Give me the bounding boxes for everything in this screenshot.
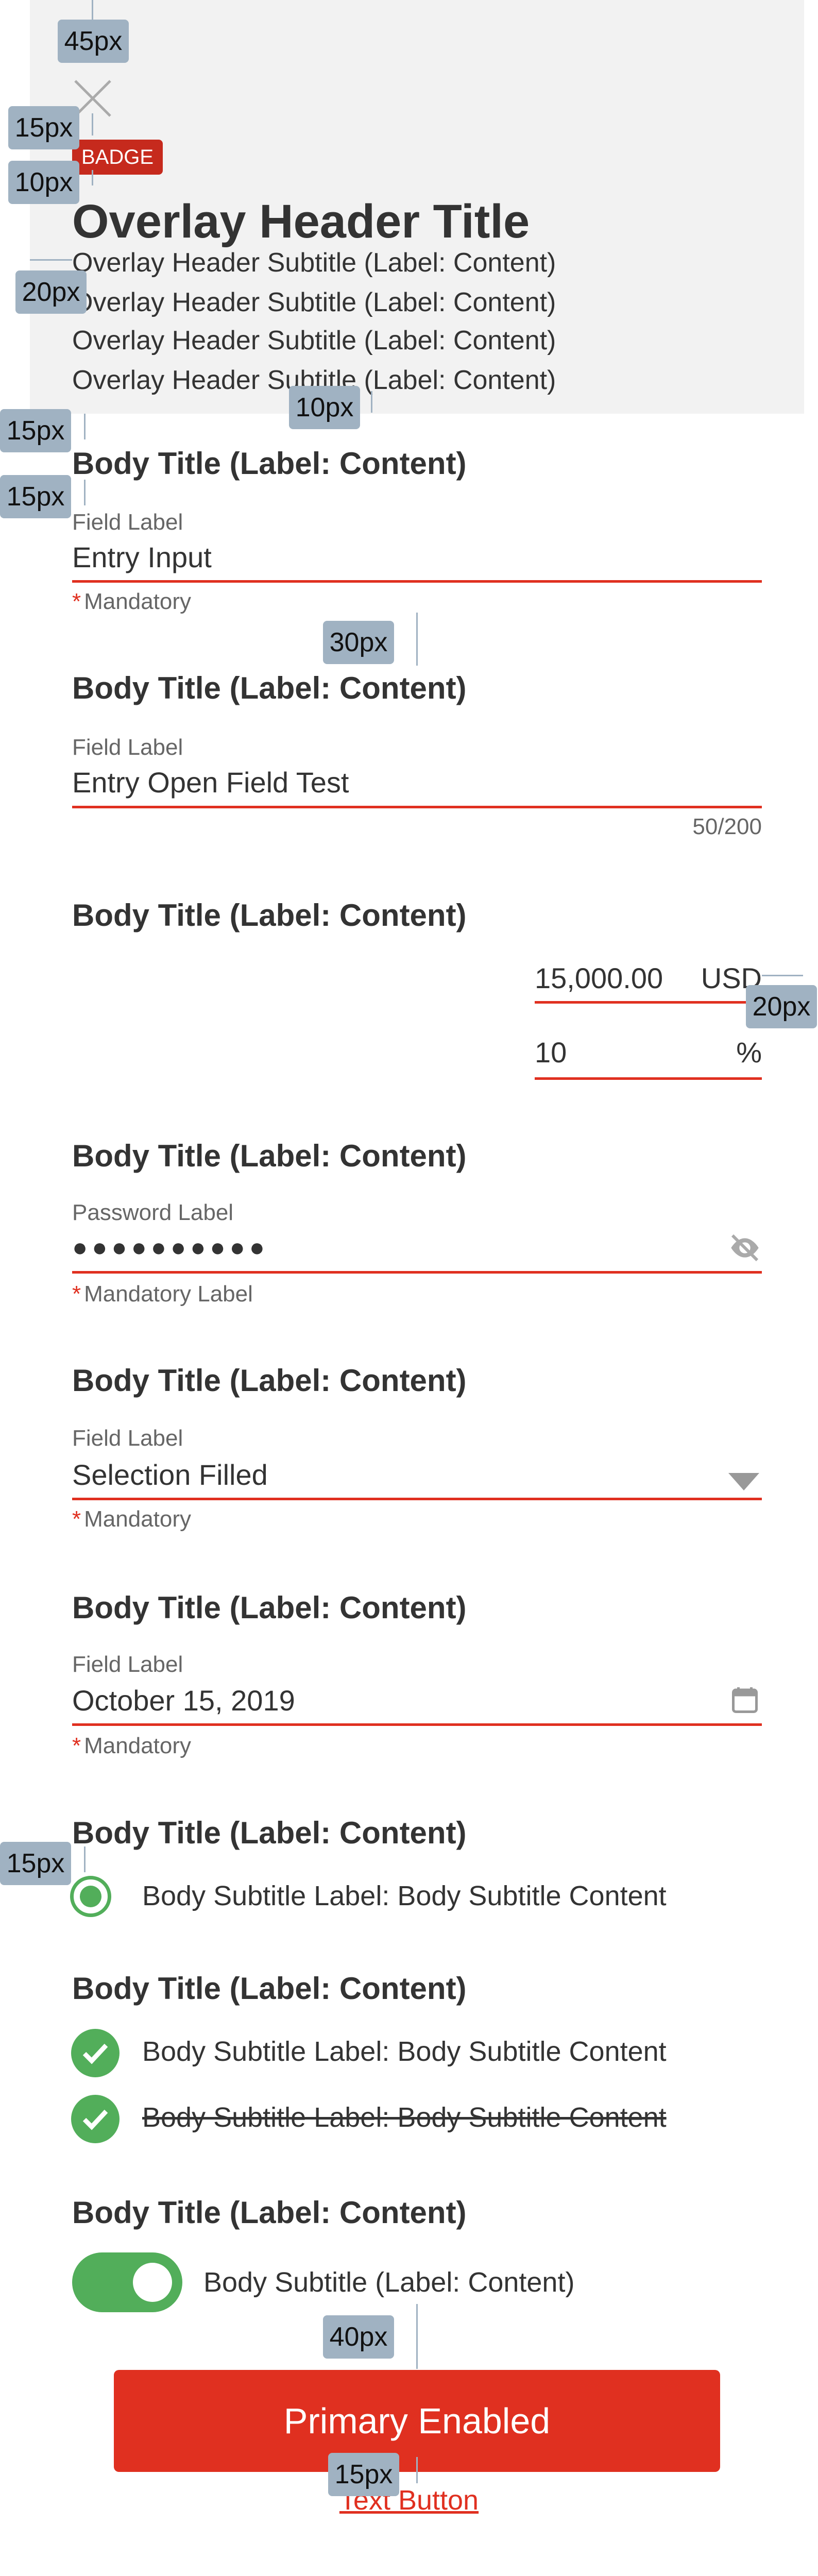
helper-text: * Mandatory: [72, 1733, 192, 1758]
amount-input[interactable]: 15,000.00: [535, 962, 663, 995]
body-title: Body Title (Label: Content): [72, 1971, 467, 2006]
spacing-line: [416, 2457, 418, 2483]
body-title: Body Title (Label: Content): [72, 1816, 467, 1850]
body-title: Body Title (Label: Content): [72, 1139, 467, 1173]
spacing-annotation: 20px: [15, 270, 87, 314]
field-label: Field Label: [72, 1652, 183, 1677]
field-label: Field Label: [72, 510, 183, 535]
overlay-title: Overlay Header Title: [72, 195, 530, 248]
body-title: Body Title (Label: Content): [72, 1590, 467, 1625]
percent-unit: %: [736, 1036, 762, 1069]
field-label: Field Label: [72, 735, 183, 760]
spacing-annotation: 10px: [8, 161, 79, 204]
body-title: Body Title (Label: Content): [72, 2195, 467, 2230]
spacing-line: [84, 1846, 86, 1872]
field-label: Password Label: [72, 1200, 234, 1225]
spacing-annotation: 15px: [0, 409, 71, 452]
helper-text: * Mandatory: [72, 1506, 192, 1532]
spacing-annotation: 30px: [323, 621, 394, 664]
open-field-input[interactable]: Entry Open Field Test: [72, 766, 349, 799]
spacing-line: [416, 613, 418, 666]
helper-label: Mandatory: [84, 1733, 192, 1758]
helper-label: Mandatory: [84, 1506, 192, 1532]
input-underline: [72, 580, 762, 583]
body-title: Body Title (Label: Content): [72, 1363, 467, 1398]
checklist-item[interactable]: Body Subtitle Label: Body Subtitle Conte…: [142, 2036, 667, 2067]
checklist-item-completed[interactable]: Body Subtitle Label: Body Subtitle Conte…: [142, 2102, 667, 2133]
spacing-annotation: 45px: [58, 20, 129, 63]
date-input[interactable]: October 15, 2019: [72, 1684, 295, 1717]
body-title: Body Title (Label: Content): [72, 898, 467, 933]
spacing-annotation: 15px: [0, 1842, 71, 1885]
field-label: Field Label: [72, 1426, 183, 1451]
body-title: Body Title (Label: Content): [72, 671, 467, 705]
spacing-annotation: 20px: [746, 985, 817, 1028]
check-circle-icon[interactable]: [71, 2095, 120, 2143]
spacing-annotation: 40px: [323, 2315, 394, 2359]
spacing-line: [762, 975, 803, 976]
spacing-line: [84, 414, 86, 439]
spacing-annotation: 15px: [328, 2453, 399, 2496]
spacing-annotation: 15px: [0, 475, 71, 518]
caret-down-icon[interactable]: [728, 1473, 759, 1490]
helper-text: * Mandatory Label: [72, 1281, 253, 1307]
badge: BADGE: [72, 140, 163, 175]
helper-label: Mandatory: [84, 589, 192, 614]
body-title: Body Title (Label: Content): [72, 446, 467, 481]
input-underline: [72, 1271, 762, 1274]
helper-text: * Mandatory: [72, 589, 192, 614]
overlay-subtitle: Overlay Header Subtitle (Label: Content): [72, 248, 556, 278]
percent-input[interactable]: 10: [535, 1036, 567, 1069]
overlay-subtitle: Overlay Header Subtitle (Label: Content): [72, 287, 556, 317]
input-underline: [72, 806, 762, 808]
radio-label[interactable]: Body Subtitle Label: Body Subtitle Conte…: [142, 1880, 667, 1912]
entry-input[interactable]: Entry Input: [72, 541, 212, 574]
selection-dropdown[interactable]: Selection Filled: [72, 1459, 268, 1492]
helper-label: Mandatory Label: [84, 1281, 253, 1307]
input-underline: [535, 1001, 762, 1004]
toggle-knob: [133, 2263, 172, 2302]
spacing-line: [416, 2304, 418, 2369]
spacing-line: [84, 480, 86, 505]
toggle-switch[interactable]: [72, 2252, 182, 2312]
spacing-line: [92, 170, 93, 185]
input-underline: [72, 1723, 762, 1726]
check-circle-icon[interactable]: [71, 2029, 120, 2077]
spacing-line: [30, 259, 72, 261]
input-underline: [72, 1498, 762, 1500]
toggle-label: Body Subtitle (Label: Content): [203, 2267, 575, 2298]
input-underline: [535, 1077, 762, 1080]
radio-button-selected[interactable]: [70, 1876, 111, 1917]
calendar-icon[interactable]: [729, 1685, 760, 1716]
spacing-line: [92, 113, 93, 135]
password-input[interactable]: ●●●●●●●●●●: [72, 1231, 269, 1264]
text-button[interactable]: Text Button: [0, 2484, 818, 2516]
eye-off-icon[interactable]: [728, 1231, 761, 1264]
char-counter: 50/200: [692, 814, 762, 839]
spacing-line: [371, 391, 372, 413]
spacing-annotation: 15px: [8, 106, 79, 149]
overlay-subtitle: Overlay Header Subtitle (Label: Content): [72, 326, 556, 355]
spacing-annotation: 10px: [289, 386, 360, 429]
